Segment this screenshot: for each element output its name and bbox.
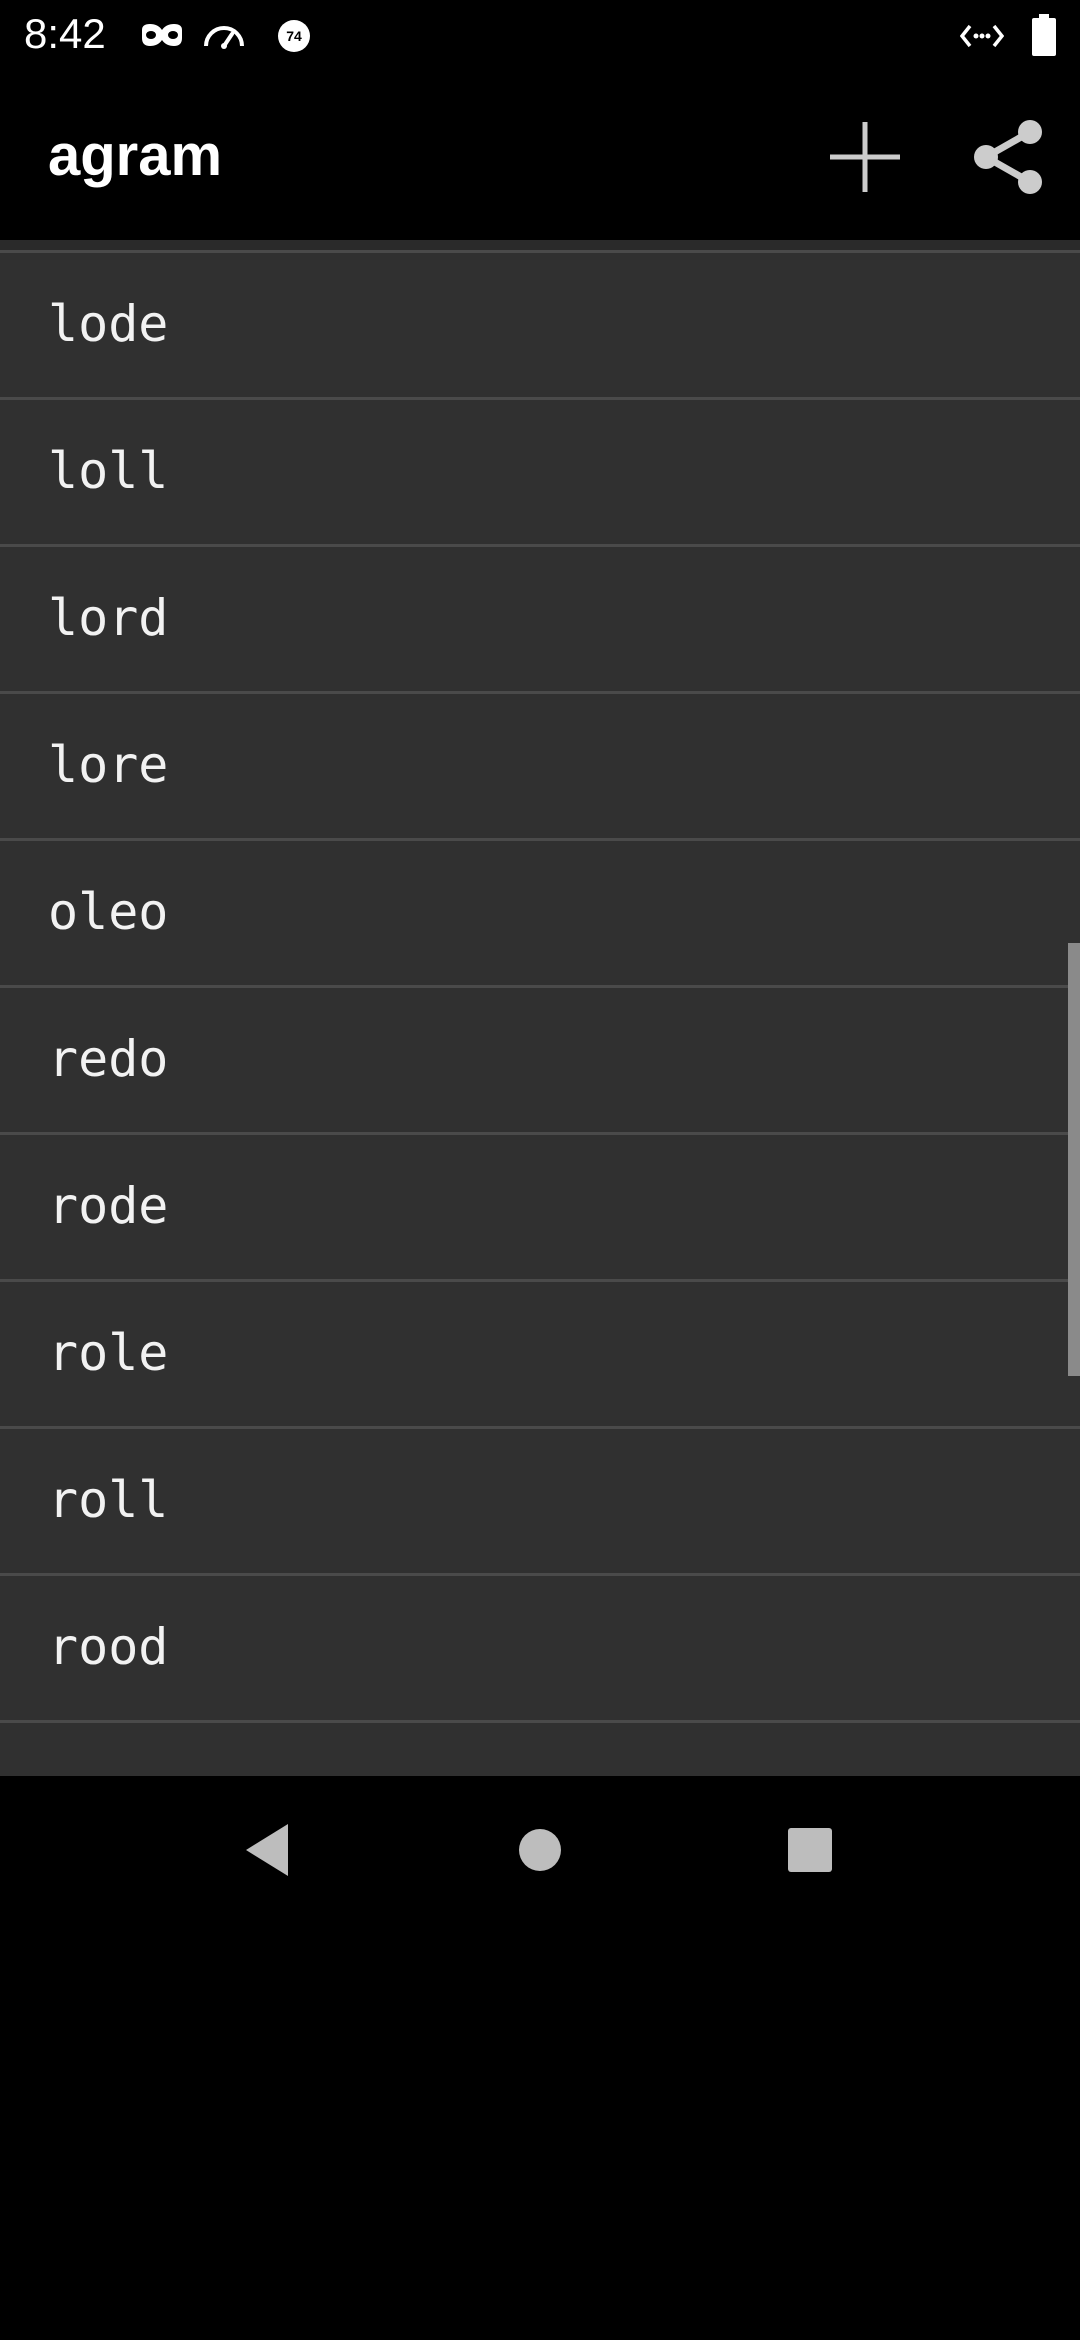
list-item[interactable]: loll: [0, 397, 1080, 544]
home-icon[interactable]: [510, 1820, 570, 1880]
list-item[interactable]: roll: [0, 1426, 1080, 1573]
list-item-label: loll: [48, 442, 169, 500]
list-item[interactable]: lore: [0, 691, 1080, 838]
list-item[interactable]: [0, 1720, 1080, 1776]
list-item[interactable]: role: [0, 1279, 1080, 1426]
list-item-label: lode: [48, 295, 169, 353]
list-item-label: roll: [48, 1471, 169, 1529]
list-item[interactable]: lode: [0, 250, 1080, 397]
list-item[interactable]: oleo: [0, 838, 1080, 985]
nav-bar: [0, 1776, 1080, 1916]
word-list[interactable]: lode loll lord lore oleo redo rode role …: [0, 240, 1080, 1776]
incognito-mask-icon: [142, 24, 182, 46]
list-item[interactable]: redo: [0, 985, 1080, 1132]
list-item[interactable]: lord: [0, 544, 1080, 691]
app-title: agram: [48, 123, 223, 188]
app-bar: agram: [0, 72, 1080, 240]
list-item[interactable]: rood: [0, 1573, 1080, 1720]
list-item-label: redo: [48, 1030, 169, 1088]
scrollbar-thumb[interactable]: [1068, 943, 1080, 1376]
list-item-label: oleo: [48, 883, 169, 941]
list-item-label: lord: [48, 589, 169, 647]
badge-text: 74: [286, 28, 302, 44]
list-item[interactable]: rode: [0, 1132, 1080, 1279]
badge-74-icon: 74: [278, 20, 310, 52]
share-icon[interactable]: [964, 112, 1054, 202]
recents-icon[interactable]: [780, 1820, 840, 1880]
code-arrows-icon: [960, 24, 1004, 48]
battery-icon: [1032, 14, 1056, 56]
add-icon[interactable]: [820, 112, 910, 202]
list-item-label: rood: [48, 1618, 169, 1676]
list-item-label: role: [48, 1324, 169, 1382]
status-time: 8:42: [24, 10, 106, 57]
speed-gauge-icon: [204, 26, 244, 49]
back-icon[interactable]: [236, 1820, 296, 1880]
list-item-label: rode: [48, 1177, 169, 1235]
status-bar: 8:42 74: [0, 0, 1080, 72]
list-item-label: lore: [48, 736, 169, 794]
